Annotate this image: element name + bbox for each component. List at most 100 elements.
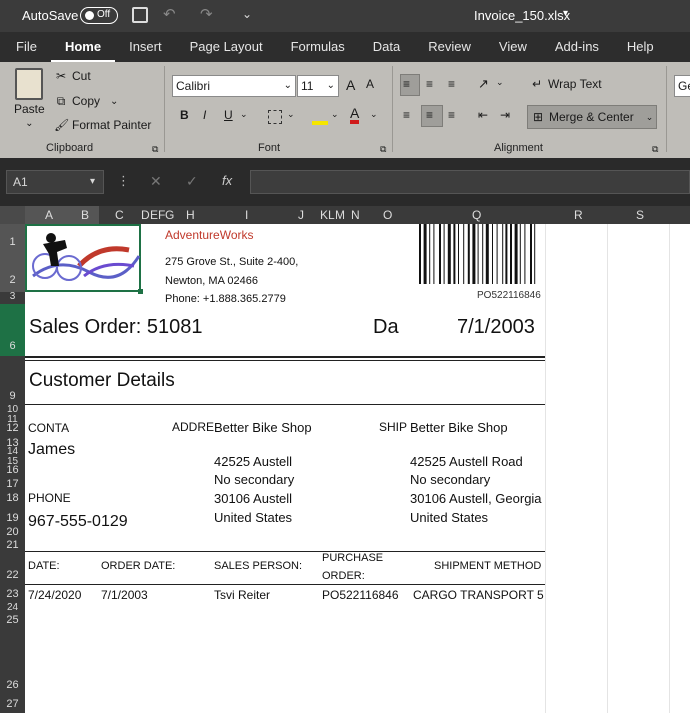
row-header-3[interactable]: 3 xyxy=(0,291,25,302)
orientation-icon[interactable]: ↗ xyxy=(478,76,489,92)
col-header-i[interactable]: I xyxy=(245,208,248,222)
tab-review[interactable]: Review xyxy=(414,32,485,62)
col-header-b[interactable]: B xyxy=(81,208,89,222)
name-box[interactable]: A1 ▾ xyxy=(6,170,104,194)
font-size-select[interactable]: 11 ⌄ xyxy=(297,75,339,97)
font-color-dropdown-icon[interactable]: ⌄ xyxy=(370,109,378,120)
customize-qat-icon[interactable]: ⌄ xyxy=(242,7,252,21)
font-color-button[interactable]: A xyxy=(350,106,360,124)
tab-insert[interactable]: Insert xyxy=(115,32,176,62)
cut-button[interactable]: ✂ Cut xyxy=(54,69,91,83)
row-header-27[interactable]: 27 xyxy=(0,698,25,710)
italic-button[interactable]: I xyxy=(203,108,206,122)
undo-icon[interactable]: ↶ xyxy=(163,5,176,23)
row-header-22[interactable]: 22 xyxy=(0,569,25,581)
col-header-k[interactable]: K xyxy=(320,208,328,222)
bold-button[interactable]: B xyxy=(180,108,189,122)
increase-indent-icon[interactable]: ⇥ xyxy=(500,108,510,122)
orientation-dropdown-icon[interactable]: ⌄ xyxy=(496,77,504,88)
select-all-button[interactable] xyxy=(0,206,25,224)
tab-help[interactable]: Help xyxy=(613,32,668,62)
row-header-2[interactable]: 2 xyxy=(0,274,25,286)
insert-function-icon[interactable]: fx xyxy=(222,173,232,188)
col-header-e[interactable]: E xyxy=(150,208,158,222)
col-header-r[interactable]: R xyxy=(574,208,583,222)
col-header-j[interactable]: J xyxy=(298,208,304,222)
more-icon[interactable]: ⋮ xyxy=(117,173,130,189)
row-header-12[interactable]: 12 xyxy=(0,422,25,434)
tab-add-ins[interactable]: Add-ins xyxy=(541,32,613,62)
merge-center-button[interactable]: ⊞ Merge & Center ⌄ xyxy=(527,105,657,129)
row-header-18[interactable]: 18 xyxy=(0,492,25,504)
wrap-text-button[interactable]: ↵ Wrap Text xyxy=(530,77,602,91)
col-header-q[interactable]: Q xyxy=(472,208,481,222)
row-header-26[interactable]: 26 xyxy=(0,679,25,691)
barcode-bar xyxy=(463,224,465,284)
underline-button[interactable]: U xyxy=(224,108,233,122)
copy-button[interactable]: ⧉ Copy ⌄ xyxy=(54,94,119,108)
save-icon[interactable] xyxy=(132,7,148,23)
font-name-select[interactable]: Calibri ⌄ xyxy=(172,75,296,97)
paste-icon xyxy=(15,68,44,100)
bill-to-secondary: No secondary xyxy=(214,472,295,487)
col-header-n[interactable]: N xyxy=(351,208,360,222)
font-launcher-icon[interactable]: ⧉ xyxy=(380,144,386,155)
enter-icon[interactable]: ✓ xyxy=(186,173,198,190)
borders-icon[interactable] xyxy=(268,110,282,124)
row-header-23[interactable]: 23 xyxy=(0,588,25,600)
col-header-s[interactable]: S xyxy=(636,208,644,222)
col-header-c[interactable]: C xyxy=(115,208,124,222)
alignment-launcher-icon[interactable]: ⧉ xyxy=(652,144,658,155)
align-middle-icon[interactable]: ≡ xyxy=(426,77,433,91)
col-header-g[interactable]: G xyxy=(165,208,174,222)
paste-button[interactable]: Paste ⌄ xyxy=(14,68,45,129)
shrink-font-button[interactable]: A xyxy=(366,77,374,91)
fill-color-icon[interactable] xyxy=(312,109,328,125)
format-painter-button[interactable]: 🖌 Format Painter xyxy=(54,118,151,132)
align-right-icon[interactable]: ≡ xyxy=(448,108,455,122)
tab-view[interactable]: View xyxy=(485,32,541,62)
header-order-date: ORDER DATE: xyxy=(101,560,176,572)
tab-formulas[interactable]: Formulas xyxy=(277,32,359,62)
row-header-17[interactable]: 17 xyxy=(0,478,25,490)
autosave-toggle[interactable]: Off xyxy=(80,7,118,24)
tab-data[interactable]: Data xyxy=(359,32,414,62)
underline-dropdown-icon[interactable]: ⌄ xyxy=(240,109,248,120)
formula-input[interactable] xyxy=(250,170,690,194)
cancel-icon[interactable]: ✕ xyxy=(150,173,162,190)
decrease-indent-icon[interactable]: ⇤ xyxy=(478,108,488,122)
font-name-value: Calibri xyxy=(176,79,211,93)
clipboard-launcher-icon[interactable]: ⧉ xyxy=(152,144,158,155)
barcode-bar xyxy=(524,224,526,284)
row-header-16[interactable]: 16 xyxy=(0,464,25,476)
align-left-icon[interactable]: ≡ xyxy=(403,108,410,122)
row-header-1[interactable]: 1 xyxy=(0,236,25,248)
filename-dropdown-icon[interactable]: ▾ xyxy=(563,8,568,19)
borders-dropdown-icon[interactable]: ⌄ xyxy=(287,109,295,120)
align-bottom-icon[interactable]: ≡ xyxy=(448,77,455,91)
fill-dropdown-icon[interactable]: ⌄ xyxy=(331,109,339,120)
row-header-20[interactable]: 20 xyxy=(0,526,25,538)
row-header-9[interactable]: 9 xyxy=(0,390,25,402)
col-header-d[interactable]: D xyxy=(141,208,150,222)
col-header-h[interactable]: H xyxy=(186,208,195,222)
address-line-1: 275 Grove St., Suite 2-400, xyxy=(165,256,299,268)
row-header-21[interactable]: 21 xyxy=(0,539,25,551)
redo-icon[interactable]: ↷ xyxy=(200,5,213,23)
row-header-19[interactable]: 19 xyxy=(0,512,25,524)
col-header-a[interactable]: A xyxy=(45,208,53,222)
col-header-m[interactable]: M xyxy=(335,208,345,222)
row-header-25[interactable]: 25 xyxy=(0,614,25,626)
number-format-select[interactable]: Ge xyxy=(674,75,690,97)
tab-home[interactable]: Home xyxy=(50,32,116,62)
row-header-24[interactable]: 24 xyxy=(0,602,25,613)
grow-font-button[interactable]: A xyxy=(346,77,355,93)
col-header-l[interactable]: L xyxy=(328,208,335,222)
col-header-o[interactable]: O xyxy=(383,208,392,222)
copy-label: Copy xyxy=(72,94,101,108)
tab-file[interactable]: File xyxy=(0,32,51,62)
worksheet[interactable]: AdventureWorks 275 Grove St., Suite 2-40… xyxy=(25,224,690,713)
tab-page-layout[interactable]: Page Layout xyxy=(176,32,277,62)
row-header-6[interactable]: 6 xyxy=(0,340,25,352)
row-purchase-order: PO522116846 xyxy=(322,588,399,602)
